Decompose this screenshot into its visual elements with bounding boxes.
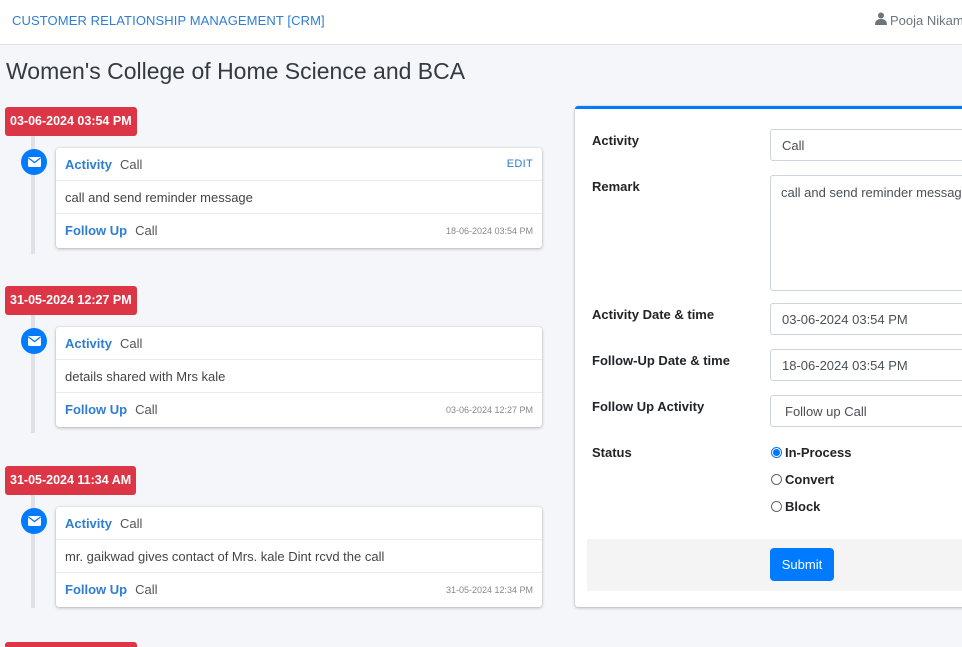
timeline-time-label: 31-05-2024 12:27 PM — [5, 286, 137, 315]
remark-textarea[interactable]: call and send reminder message — [770, 175, 962, 291]
followup-timestamp: 31-05-2024 12:34 PM — [445, 585, 533, 595]
activity-form: Activity Call Remark call and send remin… — [575, 106, 962, 607]
submit-button[interactable]: Submit — [770, 548, 834, 581]
status-option-in-process[interactable]: In-Process — [771, 445, 851, 460]
remark-text: details shared with Mrs kale — [56, 360, 542, 393]
timeline-time-label: 03-06-2024 03:54 PM — [5, 107, 137, 136]
activity-label: Activity — [65, 515, 112, 531]
status-option-block[interactable]: Block — [771, 499, 820, 514]
remark-field-label: Remark — [592, 179, 640, 194]
remark-text: mr. gaikwad gives contact of Mrs. kale D… — [56, 540, 542, 573]
brand-title[interactable]: CUSTOMER RELATIONSHIP MANAGEMENT [CRM] — [12, 13, 325, 28]
followup-label: Follow Up — [65, 582, 128, 597]
activity-value: Call — [119, 335, 143, 351]
followup-activity-label: Follow Up Activity — [592, 399, 705, 414]
followup-label: Follow Up — [65, 402, 128, 417]
timeline-time-label: 31-05-2024 11:34 AM — [5, 466, 137, 495]
followup-datetime-input[interactable]: 18-06-2024 03:54 PM — [770, 349, 962, 381]
followup-value: Call — [135, 402, 158, 417]
top-navbar: CUSTOMER RELATIONSHIP MANAGEMENT [CRM] P… — [0, 0, 962, 45]
followup-timestamp: 03-06-2024 12:27 PM — [445, 405, 533, 415]
activity-value: Call — [119, 515, 143, 531]
timeline-item: Activity Call EDIT call and send reminde… — [56, 148, 542, 248]
activity-value: Call — [119, 156, 143, 172]
envelope-icon — [21, 149, 47, 175]
remark-text: call and send reminder message — [56, 181, 542, 214]
status-label: Status — [592, 445, 632, 460]
activity-select[interactable]: Call — [770, 129, 962, 161]
envelope-icon — [21, 508, 47, 534]
envelope-icon — [21, 328, 47, 354]
radio-button[interactable] — [771, 447, 782, 458]
user-menu[interactable]: Pooja Nikam — [875, 12, 962, 28]
followup-value: Call — [135, 582, 158, 597]
timeline-time-label — [5, 642, 137, 647]
user-name: Pooja Nikam — [890, 12, 962, 28]
activity-label: Activity — [65, 335, 112, 351]
followup-timestamp: 18-06-2024 03:54 PM — [445, 226, 533, 236]
radio-button[interactable] — [771, 474, 782, 485]
followup-datetime-label: Follow-Up Date & time — [592, 353, 730, 368]
activity-field-label: Activity — [592, 133, 639, 148]
edit-link[interactable]: EDIT — [507, 158, 533, 170]
activity-label: Activity — [65, 156, 112, 172]
status-option-convert[interactable]: Convert — [771, 472, 834, 487]
activity-datetime-label: Activity Date & time — [592, 307, 715, 322]
followup-label: Follow Up — [65, 223, 128, 238]
timeline-item: Activity Call details shared with Mrs ka… — [56, 327, 542, 427]
user-icon — [875, 12, 887, 28]
timeline-item: Activity Call mr. gaikwad gives contact … — [56, 507, 542, 607]
followup-value: Call — [135, 223, 158, 238]
page-title: Women's College of Home Science and BCA — [6, 58, 466, 84]
followup-activity-select[interactable]: Follow up Call — [770, 395, 962, 427]
activity-datetime-input[interactable]: 03-06-2024 03:54 PM — [770, 303, 962, 335]
radio-button[interactable] — [771, 501, 782, 512]
form-footer: Submit — [587, 539, 962, 591]
